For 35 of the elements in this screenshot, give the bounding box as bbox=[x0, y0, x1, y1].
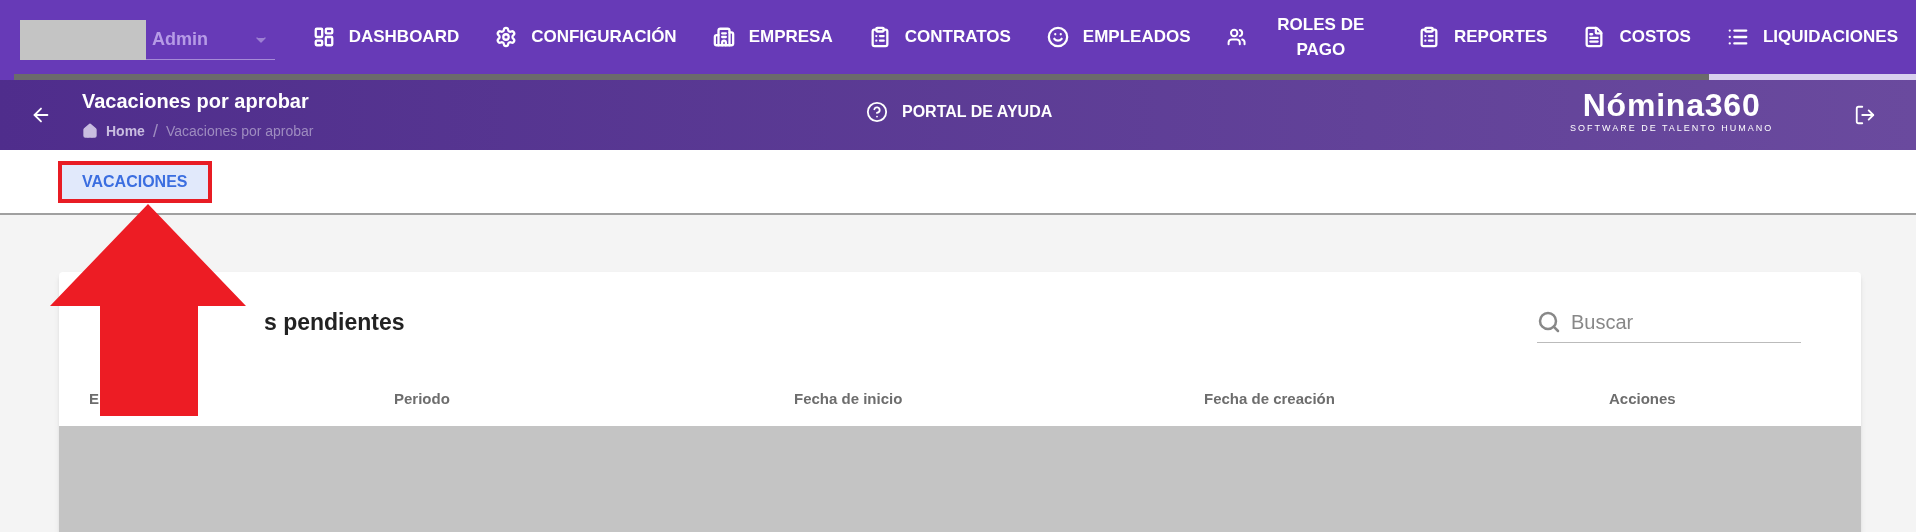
tab[interactable]: VACACIONES bbox=[58, 160, 212, 203]
help-portal-link[interactable]: PORTAL DE AYUDA bbox=[866, 100, 1053, 124]
dashboard-icon bbox=[312, 26, 335, 48]
face-icon bbox=[1046, 26, 1069, 48]
nav-item[interactable]: ROLES DE PAGO bbox=[1226, 0, 1382, 74]
settings-icon bbox=[495, 26, 518, 48]
column-header: Fecha de creación bbox=[1204, 388, 1335, 409]
nav-item[interactable]: DASHBOARD bbox=[312, 0, 460, 74]
search-field[interactable]: Buscar bbox=[1571, 306, 1771, 337]
search-icon bbox=[1537, 309, 1561, 334]
column-header: Periodo bbox=[394, 388, 450, 409]
logo-tagline: SOFTWARE DE TALENTO HUMANO bbox=[1570, 122, 1774, 135]
card-title: s pendientes bbox=[264, 307, 405, 337]
nav-item[interactable]: LIQUIDACIONES bbox=[1726, 0, 1898, 74]
nav-item[interactable]: REPORTES bbox=[1417, 0, 1548, 74]
nav-item[interactable]: EMPRESA bbox=[712, 0, 833, 74]
nav-item[interactable]: EMPLEADOS bbox=[1046, 0, 1191, 74]
users-icon bbox=[1226, 26, 1246, 48]
user-name: Admin bbox=[152, 28, 208, 51]
breadcrumb-separator: / bbox=[152, 119, 158, 143]
nav-item[interactable]: CONFIGURACIÓN bbox=[495, 0, 677, 74]
home-icon bbox=[82, 123, 98, 139]
column-header: Fecha de inicio bbox=[794, 388, 903, 409]
page-title: Vacaciones por aprobar bbox=[82, 88, 310, 114]
logout-icon[interactable] bbox=[1854, 104, 1876, 126]
nav-item[interactable]: CONTRATOS bbox=[868, 0, 1011, 74]
column-header: Acciones bbox=[1609, 388, 1676, 409]
building-icon bbox=[712, 26, 735, 48]
logo-name: Nómina360 bbox=[1582, 88, 1761, 122]
breadcrumb-current: Vacaciones por aprobar bbox=[165, 121, 314, 141]
list-icon bbox=[1726, 26, 1749, 48]
column-header: E bbox=[89, 388, 99, 409]
help-icon bbox=[866, 101, 888, 123]
nav-item[interactable]: COSTOS bbox=[1583, 0, 1691, 74]
breadcrumb-link[interactable]: Home bbox=[106, 120, 145, 142]
